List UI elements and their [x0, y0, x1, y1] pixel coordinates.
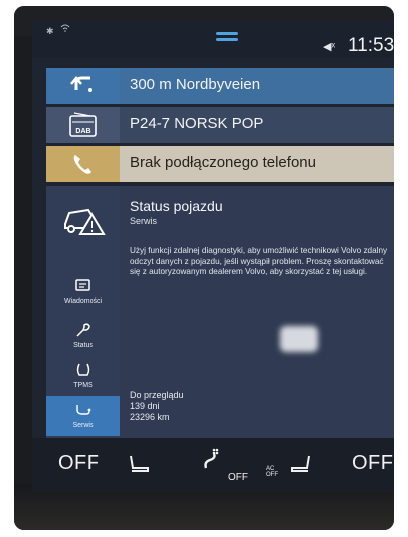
pull-down-handle-icon[interactable]	[216, 32, 238, 35]
vehicle-status-content: Status pojazdu Serwis Użyj funkcji zdaln…	[130, 186, 394, 438]
service-due-distance: 23296 km	[130, 412, 170, 422]
navigation-tile[interactable]: 300 m Nordbyveien	[46, 68, 394, 104]
sidebar-item-wiadomosci[interactable]: Wiadomości	[46, 272, 120, 312]
climate-bar: OFF OFF AC OFF OFF	[32, 438, 394, 492]
sidebar-item-status[interactable]: Status	[46, 316, 120, 356]
device-photo: ✱ ◀ˣ 11:53 300 m Nordbyveien DAB P24-7 N…	[14, 6, 394, 530]
ac-button[interactable]: AC OFF	[266, 466, 278, 478]
phone-icon	[46, 146, 120, 182]
service-due-label: Do przeglądu	[130, 390, 184, 400]
radio-tile[interactable]: DAB P24-7 NORSK POP	[46, 107, 394, 143]
phone-status: Brak podłączonego telefonu	[130, 154, 316, 171]
right-temperature-button[interactable]: OFF	[352, 452, 394, 475]
light-reflection	[280, 326, 318, 352]
vehicle-status-panel: Wiadomości Status TPMS Serwis Status poj…	[46, 186, 394, 438]
service-icon	[76, 405, 91, 415]
svg-text:DAB: DAB	[75, 128, 90, 135]
tire-pressure-icon	[76, 363, 90, 376]
fan-status: OFF	[228, 472, 248, 483]
wifi-icon	[60, 24, 70, 34]
sidebar-item-label: Serwis	[72, 422, 94, 429]
pull-down-handle-line-icon	[216, 38, 238, 41]
left-temperature-button[interactable]: OFF	[58, 452, 100, 475]
service-due-days: 139 dni	[130, 401, 160, 411]
status-bar[interactable]: ✱ ◀ˣ 11:53	[32, 20, 394, 58]
wrench-icon	[76, 323, 90, 337]
radio-station: P24-7 NORSK POP	[130, 115, 264, 132]
phone-tile[interactable]: Brak podłączonego telefonu	[46, 146, 394, 182]
navigation-instruction: 300 m Nordbyveien	[130, 76, 261, 93]
volume-muted-icon: ◀ˣ	[323, 41, 336, 53]
car-warning-icon	[62, 202, 106, 243]
bluetooth-icon: ✱	[46, 26, 54, 36]
page-subtitle: Serwis	[130, 216, 158, 226]
sidebar-item-serwis[interactable]: Serwis	[46, 396, 120, 436]
sidebar-item-label: TPMS	[73, 382, 93, 389]
right-seat-heat-icon[interactable]	[290, 454, 312, 479]
sidebar-item-label: Wiadomości	[63, 298, 103, 305]
message-icon	[75, 279, 90, 291]
left-seat-heat-icon[interactable]	[128, 454, 150, 479]
dab-radio-icon: DAB	[46, 107, 120, 143]
fan-icon[interactable]	[200, 446, 224, 475]
sidebar-item-label: Status	[73, 342, 93, 349]
turn-arrow-icon	[46, 68, 120, 104]
diagnostics-description: Użyj funkcji zdalnej diagnostyki, aby um…	[130, 246, 388, 276]
service-due-info: Do przeglądu 139 dni 23296 km	[130, 390, 184, 423]
clock: 11:53	[348, 35, 394, 56]
page-title: Status pojazdu	[130, 198, 223, 214]
car-status-sidebar: Wiadomości Status TPMS Serwis	[46, 186, 120, 438]
sidebar-item-tpms[interactable]: TPMS	[46, 356, 120, 396]
infotainment-screen: ✱ ◀ˣ 11:53 300 m Nordbyveien DAB P24-7 N…	[32, 20, 394, 492]
